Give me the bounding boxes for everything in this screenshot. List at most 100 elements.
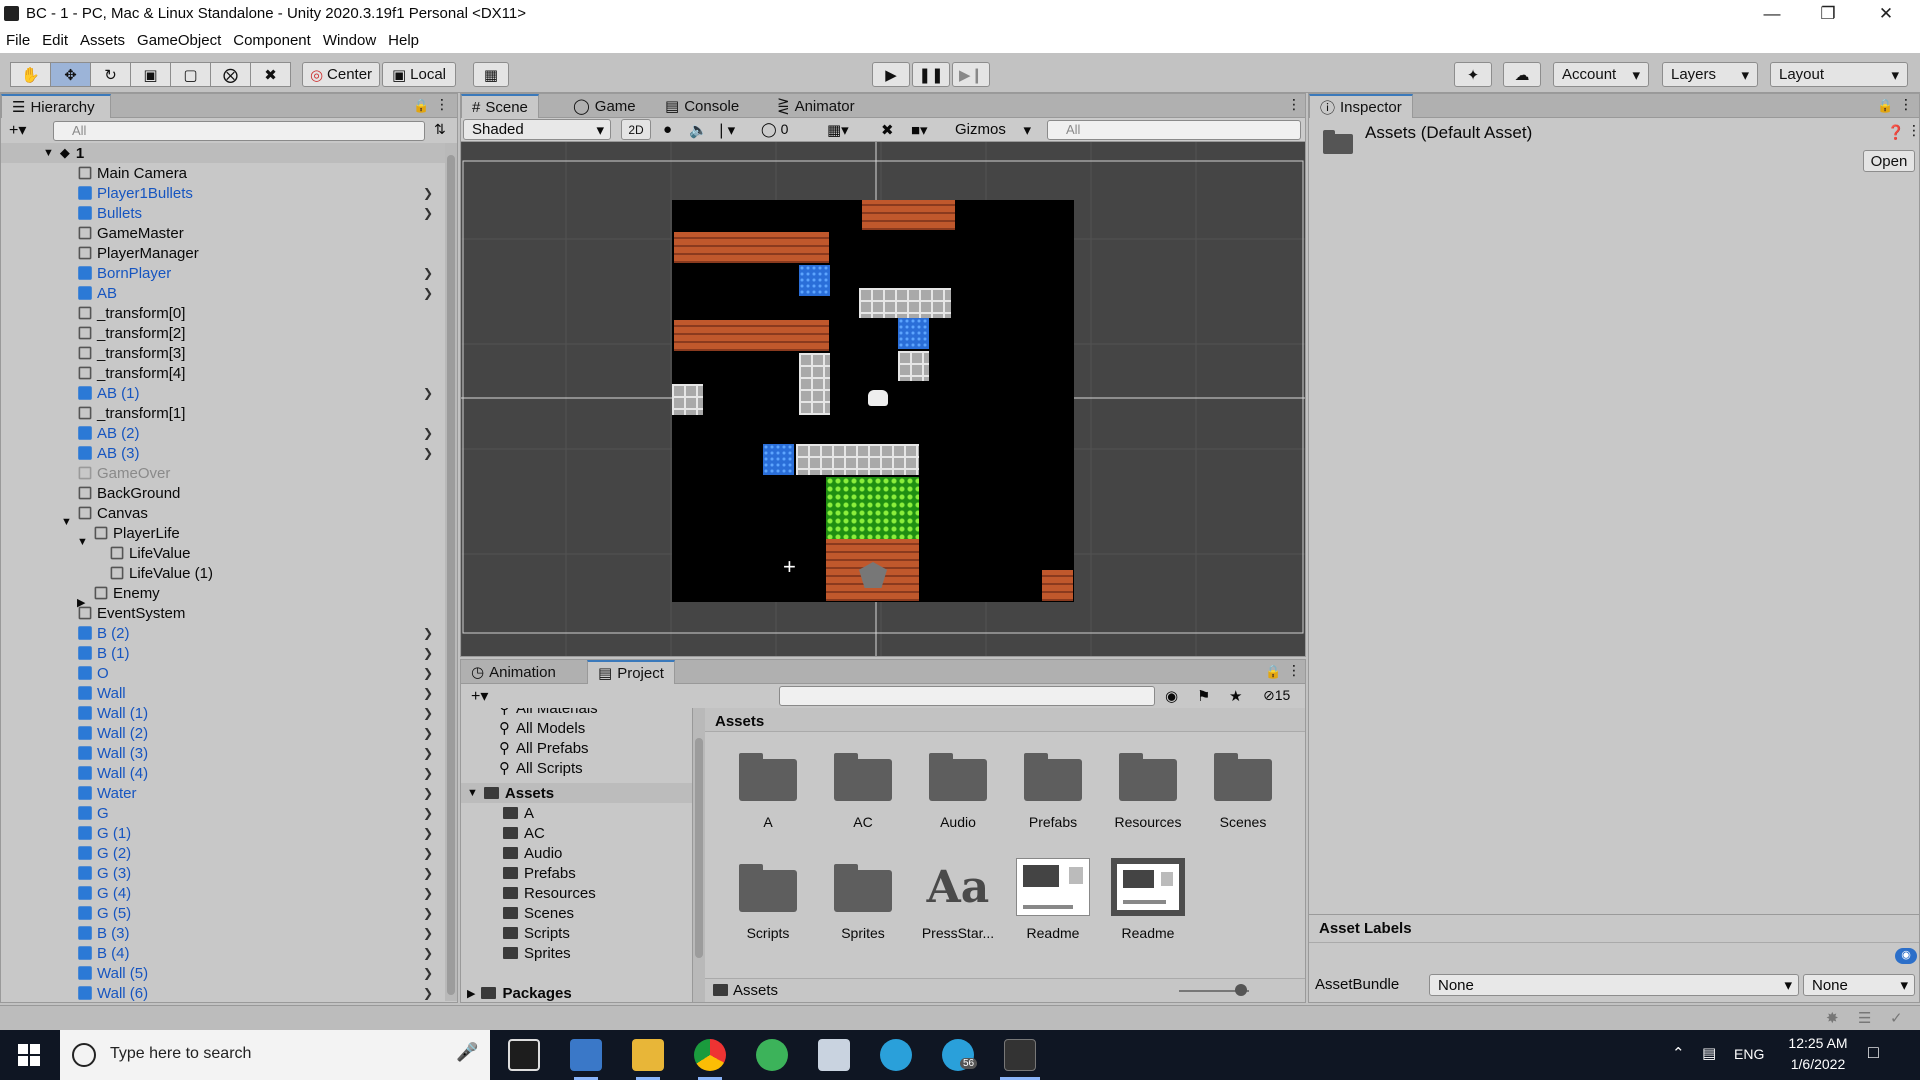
chevron-right-icon[interactable]: ❯ (423, 626, 433, 640)
open-button[interactable]: Open (1863, 150, 1915, 172)
restore-icon[interactable]: ❐ (1800, 0, 1856, 28)
favorite-all-scripts[interactable]: ⚲ All Scripts (499, 758, 583, 778)
hierarchy-item[interactable]: _transform[4] (1, 363, 441, 383)
transform-tool-icon[interactable]: ⨂ (210, 62, 251, 87)
hierarchy-item[interactable]: B (3) ❯ (1, 923, 441, 943)
chevron-right-icon[interactable]: ❯ (423, 966, 433, 980)
calculator-icon[interactable] (508, 1039, 540, 1071)
chevron-right-icon[interactable]: ❯ (423, 686, 433, 700)
camera-icon[interactable]: ■▾ (911, 121, 928, 139)
hand-tool-icon[interactable]: ✋ (10, 62, 51, 87)
menu-edit[interactable]: Edit (36, 32, 74, 49)
chevron-right-icon[interactable]: ❯ (423, 786, 433, 800)
rect-tool-icon[interactable]: ▢ (170, 62, 211, 87)
tab-project[interactable]: ▤ Project (587, 660, 675, 684)
hierarchy-item[interactable]: ▼ Canvas (1, 503, 441, 529)
chevron-right-icon[interactable]: ❯ (423, 666, 433, 680)
chevron-right-icon[interactable]: ❯ (423, 186, 433, 200)
tab-animation[interactable]: ◷ Animation (461, 660, 566, 684)
chevron-right-icon[interactable]: ❯ (423, 206, 433, 220)
pause-button[interactable]: ❚❚ (912, 62, 950, 87)
hierarchy-item[interactable]: GameOver (1, 463, 441, 483)
hierarchy-item[interactable]: Wall (5) ❯ (1, 963, 441, 983)
hierarchy-item[interactable]: AB (3) ❯ (1, 443, 441, 463)
chevron-right-icon[interactable]: ❯ (423, 726, 433, 740)
lock-icon[interactable]: 🔒 (413, 98, 429, 114)
hierarchy-item[interactable]: Water ❯ (1, 783, 441, 803)
bug-icon[interactable]: ✸ (1826, 1009, 1839, 1027)
hierarchy-item[interactable]: BornPlayer ❯ (1, 263, 441, 283)
tree-folder-item[interactable]: A (503, 803, 534, 823)
hierarchy-item[interactable]: G (5) ❯ (1, 903, 441, 923)
tree-folder-item[interactable]: Audio (503, 843, 562, 863)
tab-console[interactable]: ▤ Console (655, 94, 749, 118)
hierarchy-item[interactable]: _transform[2] (1, 323, 441, 343)
gizmos-dropdown[interactable]: Gizmos ▾ (949, 119, 1037, 140)
rotate-tool-icon[interactable]: ↻ (90, 62, 131, 87)
hierarchy-item[interactable]: G (2) ❯ (1, 843, 441, 863)
hierarchy-item[interactable]: LifeValue (1, 543, 441, 563)
kebab-menu-icon[interactable]: ⋮ (435, 96, 449, 113)
pivot-local-button[interactable]: ▣ Local (382, 62, 456, 87)
windows-start-icon[interactable] (18, 1044, 40, 1066)
minimize-icon[interactable]: — (1744, 0, 1800, 28)
tab-inspector[interactable]: ⓘ Inspector (1309, 94, 1413, 118)
project-tree-scrollbar[interactable] (693, 708, 705, 1002)
asset-grid-item[interactable]: Scripts (723, 857, 813, 941)
asset-grid-item[interactable]: AC (818, 746, 908, 830)
favorite-all-prefabs[interactable]: ⚲ All Prefabs (499, 738, 589, 758)
chevron-right-icon[interactable]: ❯ (423, 746, 433, 760)
account-dropdown[interactable]: Account ▾ (1553, 62, 1649, 87)
hierarchy-item[interactable]: G (3) ❯ (1, 863, 441, 883)
hierarchy-item[interactable]: Wall (3) ❯ (1, 743, 441, 763)
telegram-icon[interactable] (880, 1039, 912, 1071)
mail-app-icon[interactable] (818, 1039, 850, 1071)
asset-grid-item[interactable]: Readme (1103, 857, 1193, 941)
tree-folder-item[interactable]: Sprites (503, 943, 571, 963)
project-search-input[interactable] (779, 686, 1155, 706)
hierarchy-item[interactable]: Main Camera (1, 163, 441, 183)
hierarchy-item[interactable]: O ❯ (1, 663, 441, 683)
chevron-up-icon[interactable]: ⌃ (1672, 1044, 1685, 1062)
tab-game[interactable]: ◯ Game (563, 94, 646, 118)
progress-icon[interactable]: ☰ (1858, 1009, 1871, 1027)
hierarchy-item[interactable]: Wall (6) ❯ (1, 983, 441, 1001)
hierarchy-search-input[interactable]: All (53, 121, 425, 141)
kebab-menu-icon[interactable]: ⋮ (1287, 662, 1301, 679)
project-tree-scroll-thumb[interactable] (695, 738, 703, 958)
search-by-type-icon[interactable]: ◉ (1165, 687, 1178, 705)
menu-file[interactable]: File (0, 32, 36, 49)
asset-grid-item[interactable]: Resources (1103, 746, 1193, 830)
asset-grid-item[interactable]: Scenes (1198, 746, 1288, 830)
hierarchy-scrollbar[interactable] (445, 143, 457, 1001)
hidden-packages-toggle[interactable]: ⊘15 (1263, 687, 1290, 704)
move-tool-icon[interactable]: ✥ (50, 62, 91, 87)
chevron-right-icon[interactable]: ❯ (423, 826, 433, 840)
hierarchy-item[interactable]: _transform[3] (1, 343, 441, 363)
favorite-star-icon[interactable]: ★ (1229, 687, 1242, 705)
chevron-right-icon[interactable]: ❯ (423, 706, 433, 720)
lighting-icon[interactable]: ● (663, 121, 672, 138)
hierarchy-item[interactable]: G (4) ❯ (1, 883, 441, 903)
hierarchy-item[interactable]: _transform[1] (1, 403, 441, 423)
chevron-right-icon[interactable]: ❯ (423, 266, 433, 280)
menu-help[interactable]: Help (382, 32, 425, 49)
hierarchy-item[interactable]: AB ❯ (1, 283, 441, 303)
audio-icon[interactable]: 🔈 (689, 121, 708, 139)
scene-root-row[interactable]: ▼ ◆ 1 (1, 143, 446, 163)
hidden-objects-toggle[interactable]: ◯ 0 (761, 121, 788, 138)
icon-size-slider-handle[interactable] (1235, 984, 1247, 996)
chevron-right-icon[interactable]: ❯ (423, 426, 433, 440)
check-icon[interactable]: ✓ (1890, 1009, 1903, 1027)
shading-mode-dropdown[interactable]: Shaded ▾ (463, 119, 611, 140)
tree-folder-item[interactable]: Resources (503, 883, 596, 903)
lock-icon[interactable]: 🔒 (1265, 664, 1281, 680)
chevron-right-icon[interactable]: ❯ (423, 926, 433, 940)
help-icon[interactable]: ❓ (1887, 124, 1904, 141)
chrome-icon[interactable] (694, 1039, 726, 1071)
hierarchy-item[interactable]: ▼ PlayerLife (1, 523, 441, 549)
hierarchy-item[interactable]: Wall ❯ (1, 683, 441, 703)
chevron-right-icon[interactable]: ❯ (423, 446, 433, 460)
file-explorer-icon[interactable] (632, 1039, 664, 1071)
tab-scene[interactable]: # Scene (461, 94, 539, 118)
